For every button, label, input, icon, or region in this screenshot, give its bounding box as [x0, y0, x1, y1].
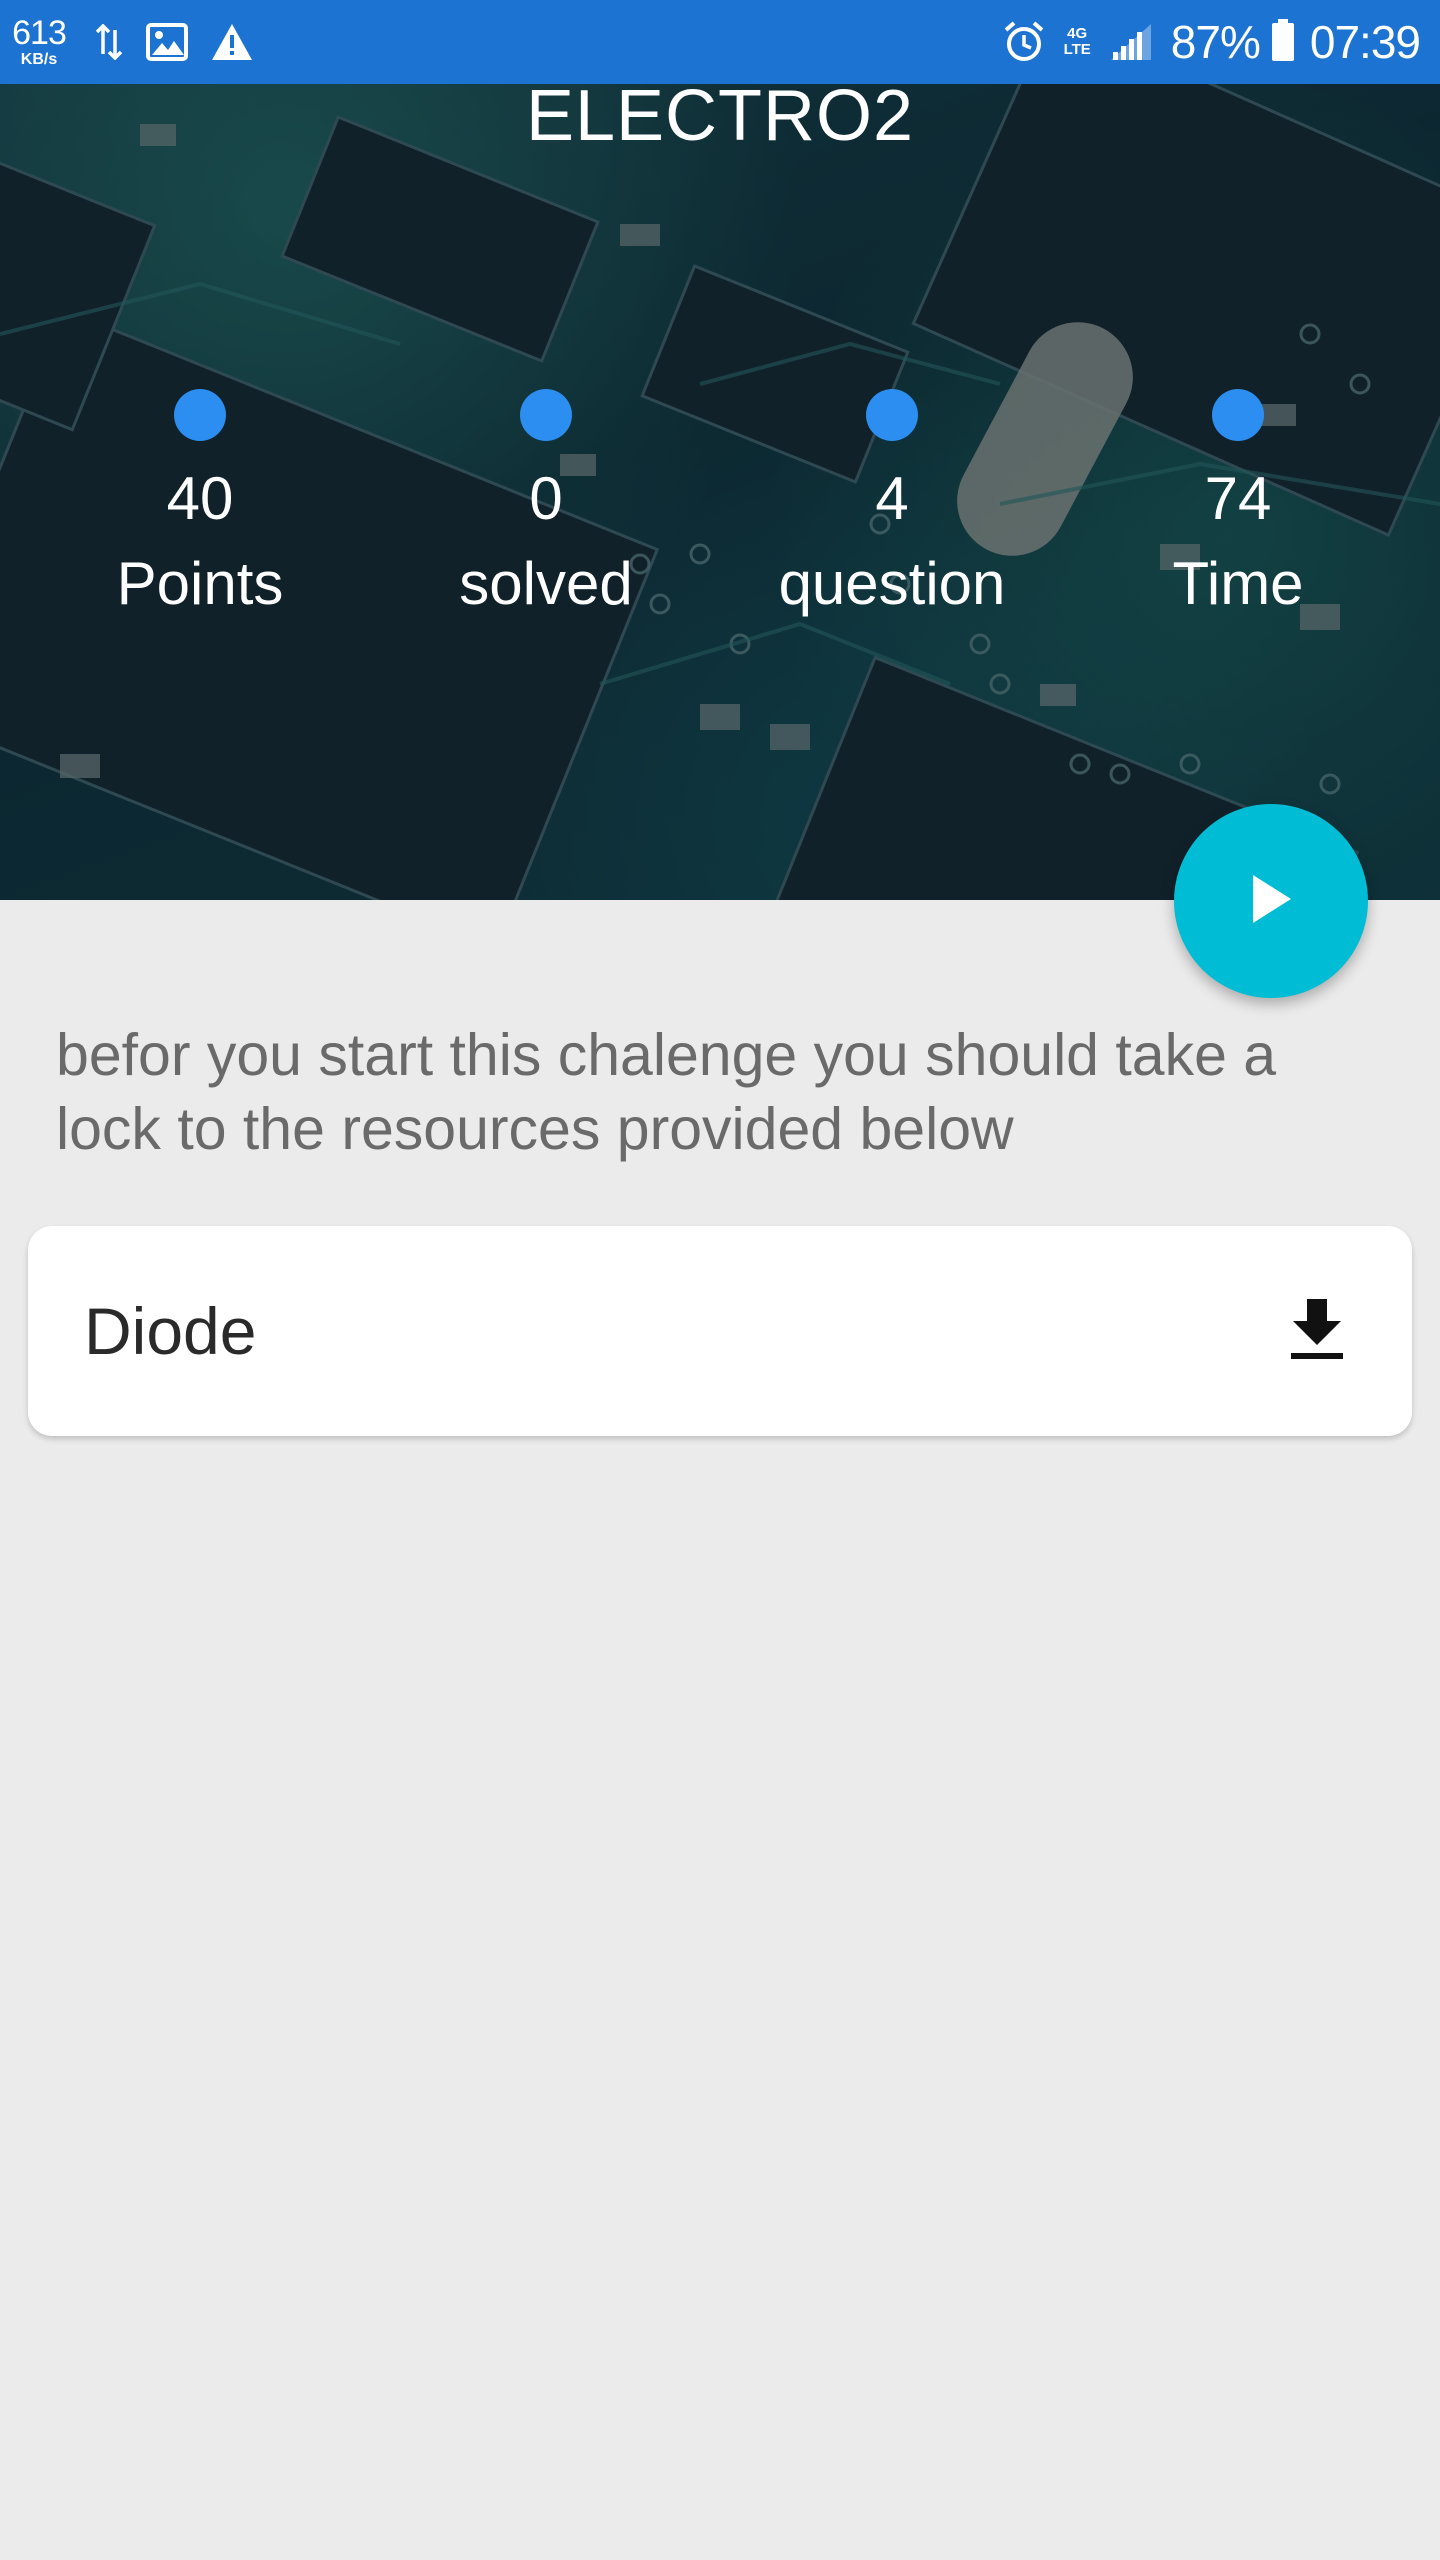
stat-dot [174, 389, 226, 441]
lte-icon: 4G LTE [1064, 26, 1091, 58]
warning-icon [210, 22, 254, 62]
stat-dot [866, 389, 918, 441]
network-type-bottom: LTE [1063, 41, 1091, 58]
download-button[interactable] [1274, 1288, 1360, 1374]
status-bar: 613 KB/s 4G LTE 87% 07:39 [0, 0, 1440, 84]
stat-dot [1212, 389, 1264, 441]
battery-icon [1270, 18, 1296, 67]
data-transfer-icon [94, 24, 124, 60]
stat-solved-value: 0 [529, 465, 563, 532]
resource-card[interactable]: Diode [28, 1226, 1412, 1436]
network-speed-value: 613 [12, 14, 67, 52]
stat-solved-label: solved [459, 550, 633, 617]
network-type-top: 4G [1067, 25, 1088, 43]
challenge-description: befor you start this chalenge you should… [56, 1022, 1277, 1162]
start-challenge-button[interactable] [1174, 804, 1368, 998]
stat-time-value: 74 [1204, 465, 1272, 532]
challenge-title: ELECTRO2 [525, 84, 915, 156]
challenge-header: ELECTRO2 40 Points 0 solved 4 question 7… [0, 84, 1440, 900]
stat-question-value: 4 [875, 465, 909, 532]
status-bar-left: 613 KB/s [12, 0, 276, 84]
network-speed-unit: KB/s [20, 51, 58, 68]
clock: 07:39 [1309, 16, 1421, 68]
download-icon [1289, 1297, 1345, 1366]
network-speed: 613 KB/s [12, 14, 67, 68]
stat-question-label: question [778, 550, 1006, 617]
stat-dot [520, 389, 572, 441]
resource-name: Diode [84, 1294, 257, 1368]
stat-points-value: 40 [166, 465, 234, 532]
stat-points-label: Points [116, 550, 284, 617]
image-icon [146, 23, 188, 61]
status-bar-right: 4G LTE 87% 07:39 [1002, 0, 1421, 84]
alarm-icon [1002, 20, 1046, 64]
play-icon [1247, 871, 1295, 932]
signal-icon [1109, 22, 1153, 62]
battery-percent: 87% [1170, 16, 1261, 68]
stat-time-label: Time [1172, 550, 1304, 617]
